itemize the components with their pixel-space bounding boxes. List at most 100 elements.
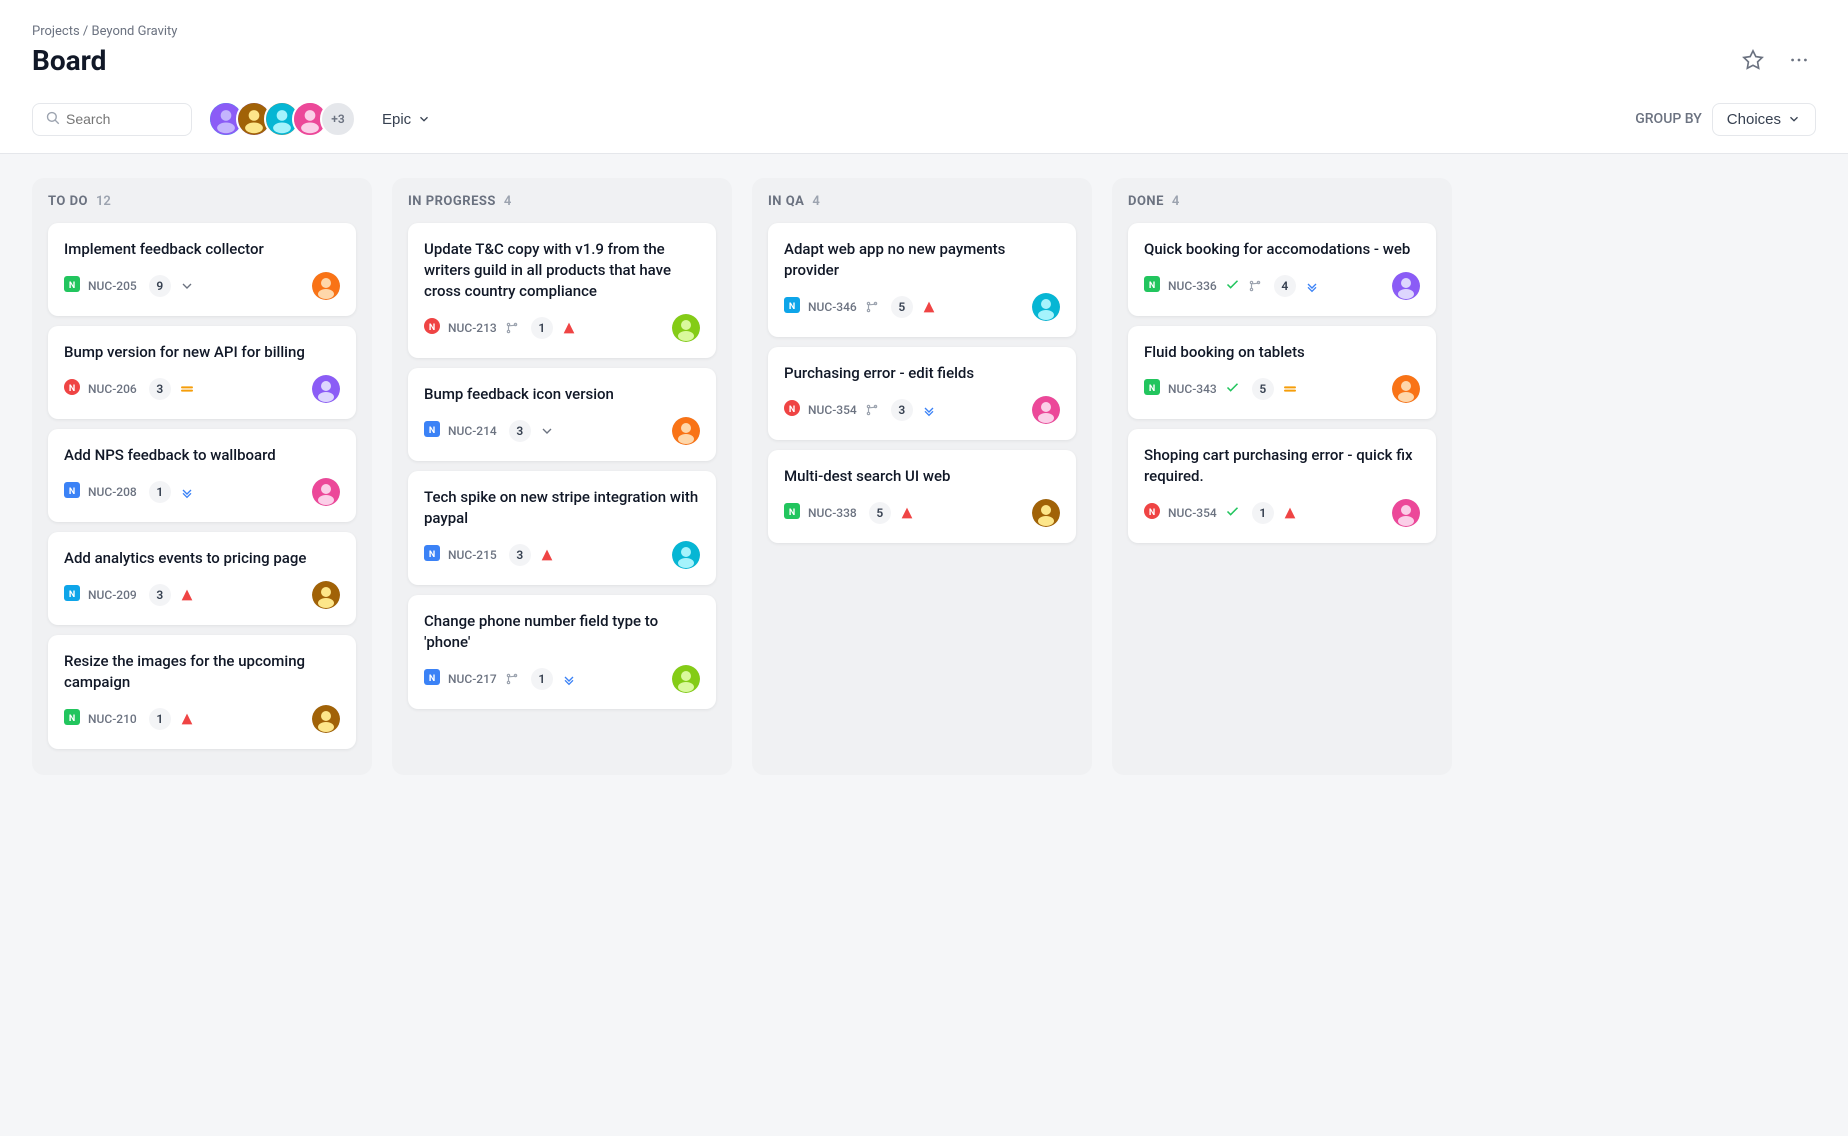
count-badge: 4 (1274, 275, 1296, 297)
svg-text:N: N (789, 405, 795, 415)
toolbar: +3 Epic GROUP BY Choices (0, 85, 1848, 154)
count-badge: 1 (531, 668, 553, 690)
card-avatar (1032, 396, 1060, 424)
card[interactable]: Update T&C copy with v1.9 from the write… (408, 223, 716, 358)
card-footer: N NUC-343 5 (1144, 375, 1420, 403)
search-box[interactable] (32, 103, 192, 136)
priority-high-icon (179, 587, 195, 603)
count-badge: 1 (149, 481, 171, 503)
card[interactable]: Change phone number field type to 'phone… (408, 595, 716, 709)
issue-icon: N (1144, 379, 1160, 399)
svg-text:N: N (69, 590, 75, 600)
count-badge: 5 (869, 502, 891, 524)
card[interactable]: Purchasing error - edit fields N NUC-354… (768, 347, 1076, 440)
card-avatar (1032, 293, 1060, 321)
column-todo: TO DO 12 Implement feedback collector N … (32, 178, 372, 775)
count-badge: 1 (531, 317, 553, 339)
column-count: 4 (504, 194, 511, 209)
column-inqa: IN QA 4 Adapt web app no new payments pr… (752, 178, 1092, 775)
card[interactable]: Bump version for new API for billing N N… (48, 326, 356, 419)
card-avatar (1392, 272, 1420, 300)
card-avatar (312, 375, 340, 403)
priority-med-icon (179, 381, 195, 397)
card[interactable]: Quick booking for accomodations - web N … (1128, 223, 1436, 316)
choices-label: Choices (1727, 111, 1781, 128)
card-avatar (672, 417, 700, 445)
card-title: Add analytics events to pricing page (64, 548, 340, 569)
branch-icon (505, 672, 519, 686)
choices-button[interactable]: Choices (1712, 103, 1816, 136)
column-count: 12 (96, 194, 111, 209)
card[interactable]: Adapt web app no new payments provider N… (768, 223, 1076, 337)
card-footer: N NUC-214 3 (424, 417, 700, 445)
card-title: Change phone number field type to 'phone… (424, 611, 700, 653)
check-icon (1225, 277, 1240, 296)
card-title: Resize the images for the upcoming campa… (64, 651, 340, 693)
card[interactable]: Add analytics events to pricing page N N… (48, 532, 356, 625)
more-button[interactable] (1782, 43, 1816, 77)
svg-text:N: N (69, 487, 75, 497)
card[interactable]: Bump feedback icon version N NUC-214 3 (408, 368, 716, 461)
card-footer: N NUC-354 1 (1144, 499, 1420, 527)
count-badge: 3 (149, 378, 171, 400)
svg-text:N: N (429, 674, 435, 684)
issue-icon: N (784, 297, 800, 317)
card-footer: N NUC-213 1 (424, 314, 700, 342)
column-header: DONE 4 (1128, 194, 1436, 209)
search-icon (45, 110, 60, 129)
search-input[interactable] (66, 111, 179, 127)
star-button[interactable] (1736, 43, 1770, 77)
priority-low-icon (561, 671, 577, 687)
column-count: 4 (812, 194, 819, 209)
card[interactable]: Fluid booking on tablets N NUC-343 5 (1128, 326, 1436, 419)
card[interactable]: Shoping cart purchasing error - quick fi… (1128, 429, 1436, 543)
issue-id: NUC-343 (1168, 382, 1217, 396)
card[interactable]: Implement feedback collector N NUC-205 9 (48, 223, 356, 316)
card-title: Update T&C copy with v1.9 from the write… (424, 239, 700, 302)
svg-text:N: N (69, 384, 75, 394)
column-title: IN QA (768, 194, 804, 209)
issue-icon: N (784, 503, 800, 523)
issue-id: NUC-338 (808, 506, 857, 520)
column-count: 4 (1172, 194, 1179, 209)
card-footer: N NUC-209 3 (64, 581, 340, 609)
priority-med-icon (1282, 381, 1298, 397)
svg-text:N: N (429, 323, 435, 333)
priority-high-icon (1282, 505, 1298, 521)
issue-icon: N (1144, 276, 1160, 296)
issue-id: NUC-206 (88, 382, 137, 396)
count-badge: 5 (1252, 378, 1274, 400)
svg-text:N: N (1149, 508, 1155, 518)
card-avatar (312, 272, 340, 300)
priority-down-icon (179, 278, 195, 294)
issue-id: NUC-205 (88, 279, 137, 293)
priority-high-icon (899, 505, 915, 521)
card-footer: N NUC-338 5 (784, 499, 1060, 527)
branch-icon (865, 403, 879, 417)
issue-icon: N (424, 318, 440, 338)
card[interactable]: Add NPS feedback to wallboard N NUC-208 … (48, 429, 356, 522)
card-title: Multi-dest search UI web (784, 466, 1060, 487)
issue-icon: N (424, 545, 440, 565)
priority-high-icon (179, 711, 195, 727)
card[interactable]: Resize the images for the upcoming campa… (48, 635, 356, 749)
priority-down-icon (539, 423, 555, 439)
count-badge: 9 (149, 275, 171, 297)
card[interactable]: Multi-dest search UI web N NUC-338 5 (768, 450, 1076, 543)
epic-label: Epic (382, 111, 411, 128)
column-header: IN PROGRESS 4 (408, 194, 716, 209)
card-title: Purchasing error - edit fields (784, 363, 1060, 384)
issue-icon: N (424, 421, 440, 441)
avatar-more[interactable]: +3 (320, 101, 356, 137)
svg-text:N: N (69, 714, 75, 724)
issue-id: NUC-354 (1168, 506, 1217, 520)
card-footer: N NUC-210 1 (64, 705, 340, 733)
priority-high-icon (921, 299, 937, 315)
epic-button[interactable]: Epic (372, 105, 441, 134)
header-actions (1736, 43, 1816, 77)
column-done: DONE 4 Quick booking for accomodations -… (1112, 178, 1452, 775)
count-badge: 1 (1252, 502, 1274, 524)
card-avatar (312, 705, 340, 733)
card[interactable]: Tech spike on new stripe integration wit… (408, 471, 716, 585)
column-title: TO DO (48, 194, 88, 209)
